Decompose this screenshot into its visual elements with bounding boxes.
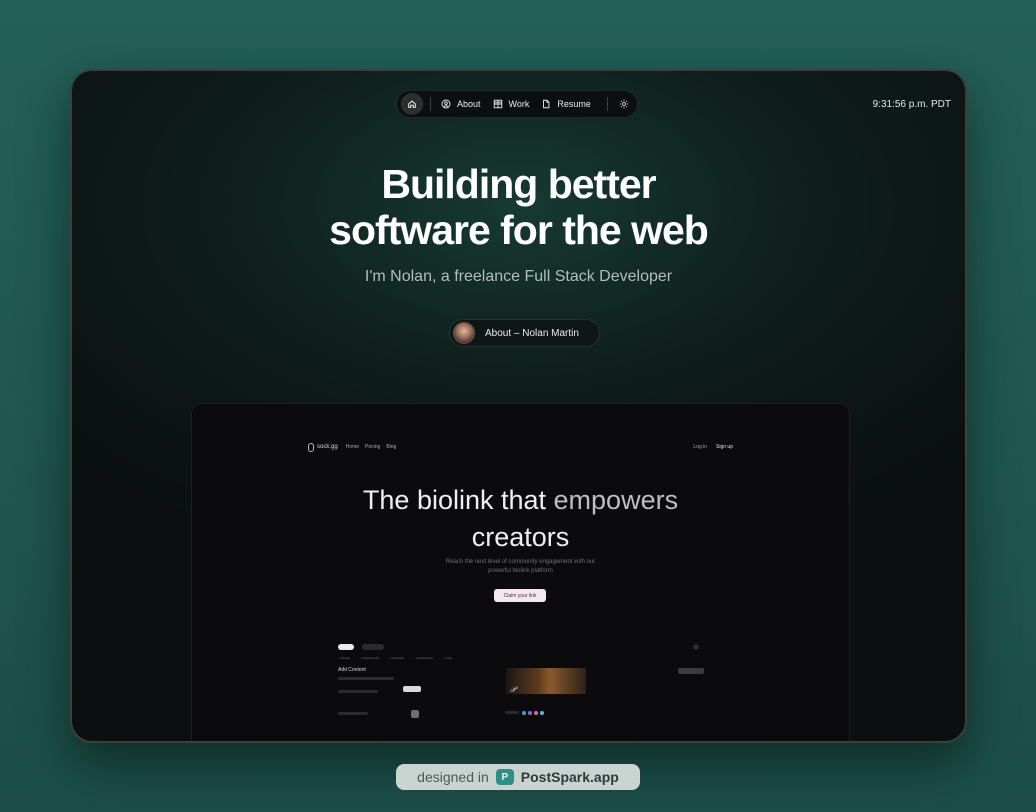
theme-toggle[interactable] [615, 95, 633, 113]
preview-tabs: ◦ ▭▭▭ ◦ ▭▭▭▭▭ ◦ ▭▭▭▭ ◦ ▭▭▭▭▭ ◦ ▭▭ [338, 656, 452, 660]
sun-icon [619, 99, 629, 109]
preview-link-blog: Blog [386, 444, 397, 450]
clock: 9:31:56 p.m. PDT [872, 99, 951, 110]
nav-item-resume[interactable]: Resume [538, 99, 600, 109]
preview-title-part: empowers [553, 485, 679, 515]
user-circle-icon [441, 99, 451, 109]
about-pill-label: About – Nolan Martin [485, 327, 579, 339]
preview-tab: ◦ ▭▭▭ [338, 656, 351, 660]
home-icon [408, 100, 416, 108]
nav-divider [606, 97, 608, 111]
badge-brand: PostSpark.app [520, 769, 619, 785]
preview-logo: sock.gg [308, 442, 338, 452]
preview-subtitle-line: Reach the next level of community engage… [445, 559, 596, 565]
preview-tab: ◦ ▭▭▭▭▭ [360, 656, 379, 660]
nav-divider [430, 97, 431, 111]
preview-dashboard: ◦ ▭▭▭ ◦ ▭▭▭▭▭ ◦ ▭▭▭▭ ◦ ▭▭▭▭▭ ◦ ▭▭ Add Co… [338, 644, 706, 741]
nav-item-label: About [457, 99, 481, 109]
project-preview[interactable]: sock.gg Home Pricing Blog Log in Sign up… [191, 403, 850, 741]
hero-subtitle: I'm Nolan, a freelance Full Stack Develo… [364, 268, 673, 285]
postspark-badge[interactable]: designed in P PostSpark.app [396, 764, 640, 790]
preview-chip [362, 644, 384, 650]
hero-title-line: software for the web [329, 207, 709, 253]
preview-signup: Sign up [716, 444, 733, 450]
social-dot-icon [528, 711, 532, 715]
preview-placeholder-bar [505, 711, 519, 714]
preview-cta: Claim your link [494, 589, 546, 602]
preview-link-home: Home [345, 444, 360, 450]
postspark-logo-icon: P [495, 769, 514, 785]
hero-title-line: Building better [381, 161, 656, 207]
preview-image [506, 668, 586, 694]
preview-add-content: Add Content [338, 667, 366, 673]
home-button[interactable] [401, 93, 423, 115]
nav-item-label: Resume [557, 99, 591, 109]
preview-placeholder-bar [338, 690, 378, 693]
grid-icon [493, 99, 502, 109]
social-dot-icon [534, 711, 538, 715]
preview-nav: sock.gg Home Pricing Blog Log in Sign up [308, 441, 733, 453]
preview-chip [693, 644, 699, 650]
preview-tab: ◦ ▭▭▭▭▭ [414, 656, 434, 660]
sock-logo-icon [308, 442, 314, 452]
preview-login: Log in [693, 444, 708, 450]
nav-item-about[interactable]: About [438, 99, 490, 109]
preview-p-logo-icon: 𝒫 [510, 685, 516, 694]
top-nav: About Work Resume [396, 90, 638, 118]
preview-tab: ◦ ▭▭ [443, 656, 452, 660]
hero-title: Building better software for the web [72, 161, 965, 253]
avatar [453, 322, 475, 344]
preview-title-part: The biolink that [362, 485, 554, 515]
preview-title-line: creators [471, 522, 570, 552]
preview-subtitle-line: powerful biolink platform [488, 568, 553, 574]
preview-button [678, 668, 704, 674]
preview-placeholder-bar [338, 677, 394, 680]
browser-window: About Work Resume 9:31:56 p.m. PDT Build… [70, 69, 967, 743]
preview-socials [522, 711, 544, 715]
preview-square [411, 710, 419, 718]
badge-prefix: designed in [417, 769, 489, 785]
nav-item-work[interactable]: Work [490, 99, 539, 109]
preview-button [403, 686, 421, 692]
about-pill-link[interactable]: About – Nolan Martin [449, 319, 600, 347]
preview-chip [338, 644, 354, 650]
document-icon [543, 99, 550, 109]
social-dot-icon [522, 711, 526, 715]
preview-brand: sock.gg [317, 444, 338, 450]
preview-title: The biolink that empowers creators [192, 482, 849, 556]
preview-tab: ◦ ▭▭▭▭ [388, 656, 405, 660]
nav-item-label: Work [508, 99, 530, 109]
preview-placeholder-bar [338, 712, 368, 715]
preview-subtitle: Reach the next level of community engage… [192, 558, 849, 576]
social-dot-icon [540, 711, 544, 715]
preview-auth: Log in Sign up [693, 444, 733, 450]
preview-link-pricing: Pricing [365, 444, 381, 450]
